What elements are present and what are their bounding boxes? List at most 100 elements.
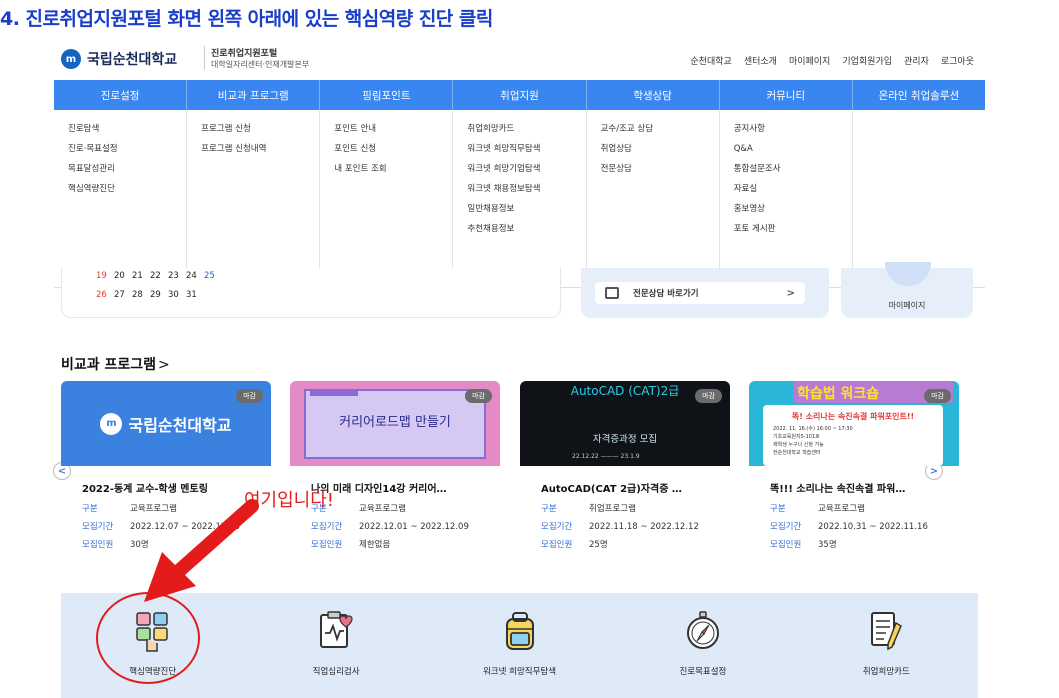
program-card[interactable]: 학습법 워크숍 똑! 소리나는 속진속결 파워포인트!! 2022. 11. 1… — [749, 381, 959, 566]
quick-link-job-card[interactable]: 취업희망카드 — [795, 593, 978, 698]
expert-counsel-label: 전문상담 바로가기 — [633, 289, 699, 299]
menu-item-expert-counsel[interactable]: 전문상담 — [601, 162, 719, 182]
thumbnail-text: 커리어로드맵 만들기 — [339, 415, 451, 430]
menu-item-worknet-recruit[interactable]: 워크넷 채용정보탐색 — [467, 182, 585, 202]
menu-item-general-recruit[interactable]: 일반채용정보 — [467, 202, 585, 222]
nav-career-setting[interactable]: 진로설정 — [54, 80, 188, 110]
row-key: 모집인원 — [541, 540, 573, 550]
calendar-day[interactable]: 28 — [132, 290, 150, 300]
quick-link-career-goal[interactable]: 진로목표설정 — [611, 593, 794, 698]
menu-item-point-apply[interactable]: 포인트 신청 — [334, 142, 452, 162]
menu-item-program-apply[interactable]: 프로그램 신청 — [201, 122, 319, 142]
thumbnail-text: 국립순천대학교 — [128, 415, 232, 435]
menu-item-program-history[interactable]: 프로그램 신청내역 — [201, 142, 319, 162]
quick-link-aptitude-test[interactable]: 직업심리검사 — [244, 593, 427, 698]
calendar-day[interactable]: 22 — [150, 271, 168, 281]
nav-counseling[interactable]: 학생상담 — [587, 80, 720, 110]
mypage-link[interactable]: 마이페이지 — [841, 300, 973, 311]
logo-icon: m — [100, 412, 123, 435]
menu-item-worknet-company[interactable]: 워크넷 희망기업탐색 — [467, 162, 585, 182]
link-mypage[interactable]: 마이페이지 — [789, 54, 830, 67]
card-row: 모집기간 2022.12.01 ~ 2022.12.09 — [311, 521, 500, 533]
menu-item-notice[interactable]: 공지사항 — [734, 122, 852, 142]
menu-item-archive[interactable]: 자료실 — [734, 182, 852, 202]
nav-job-support[interactable]: 취업지원 — [453, 80, 587, 110]
thumbnail-line: 2022. 11. 16.(수) 16:00 ~ 17:30 — [773, 426, 853, 432]
decorative-bar — [310, 391, 358, 396]
link-admin[interactable]: 관리자 — [904, 54, 929, 67]
calendar-day[interactable]: 20 — [114, 271, 132, 281]
calendar-day[interactable]: 21 — [132, 271, 150, 281]
calendar-day[interactable]: 23 — [168, 271, 186, 281]
calendar-day[interactable]: 29 — [150, 290, 168, 300]
thumbnail-frame: 커리어로드맵 만들기 — [304, 389, 486, 459]
backpack-icon — [505, 612, 534, 650]
card-thumbnail: 커리어로드맵 만들기 마감 — [290, 381, 500, 466]
portal-name: 진로취업지원포털 대학일자리센터·인재개발본부 — [204, 46, 334, 70]
calendar-widget: 19 20 21 22 23 24 25 26 27 28 29 30 31 — [61, 268, 561, 318]
menu-item-job-card[interactable]: 취업희망카드 — [467, 122, 585, 142]
menu-item-video[interactable]: 홍보영상 — [734, 202, 852, 222]
menu-col-online — [853, 110, 985, 287]
thumbnail-text: 학습법 워크숍 — [797, 386, 880, 402]
extracurricular-heading[interactable]: 비교과 프로그램 > — [61, 354, 170, 374]
card-thumbnail: AutoCAD (CAT)2급 자격증과정 모집 22.12.22 ——— 23… — [520, 381, 730, 466]
program-card[interactable]: AutoCAD (CAT)2급 자격증과정 모집 22.12.22 ——— 23… — [520, 381, 730, 566]
program-card[interactable]: 커리어로드맵 만들기 마감 나의 미래 디자인14강 커리어… 구분 교육프로그램… — [290, 381, 500, 566]
menu-item-worknet-duty[interactable]: 워크넷 희망직무탐색 — [467, 142, 585, 162]
closed-badge: 마감 — [236, 389, 263, 403]
menu-item-point-info[interactable]: 포인트 안내 — [334, 122, 452, 142]
calendar-day[interactable]: 30 — [168, 290, 186, 300]
calendar-day[interactable]: 27 — [114, 290, 132, 300]
nav-online-solution[interactable]: 온라인 취업솔루션 — [853, 80, 985, 110]
mega-menu: 진로탐색 진로·목표설정 목표달성관리 핵심역량진단 프로그램 신청 프로그램 … — [54, 110, 985, 288]
link-company-signup[interactable]: 기업회원가입 — [842, 54, 892, 67]
menu-item-point-check[interactable]: 내 포인트 조회 — [334, 162, 452, 182]
calendar-day[interactable]: 24 — [186, 271, 204, 281]
menu-col-points: 포인트 안내 포인트 신청 내 포인트 조회 — [320, 110, 454, 287]
red-arrow-icon — [144, 499, 259, 602]
menu-item-survey[interactable]: 통합설문조사 — [734, 162, 852, 182]
link-logout[interactable]: 로그아웃 — [941, 54, 974, 67]
document-pen-icon — [871, 612, 903, 651]
thumbnail-line: 재학생 누구나 신청 가능 — [773, 442, 824, 448]
calendar-day[interactable]: 25 — [204, 271, 222, 281]
calendar-day[interactable]: 31 — [186, 290, 204, 300]
row-key: 구분 — [770, 504, 786, 514]
link-center-intro[interactable]: 센터소개 — [744, 54, 777, 67]
row-value: 2022.12.01 ~ 2022.12.09 — [359, 522, 469, 532]
nav-points[interactable]: 핑림포인트 — [320, 80, 454, 110]
portal-subtitle: 대학일자리센터·인재개발본부 — [211, 60, 310, 69]
university-logo[interactable]: m 국립순천대학교 — [61, 49, 177, 69]
thumbnail-subtext: 똑! 소리나는 속진속결 파워포인트!! — [791, 412, 915, 421]
calendar-day[interactable]: 26 — [96, 290, 114, 300]
menu-item-job-counsel[interactable]: 취업상담 — [601, 142, 719, 162]
main-nav: 진로설정 비교과 프로그램 핑림포인트 취업지원 학생상담 커뮤니티 온라인 취… — [54, 80, 985, 110]
calendar-day[interactable]: 19 — [96, 271, 114, 281]
menu-item-professor-counsel[interactable]: 교수/조교 상담 — [601, 122, 719, 142]
menu-item-photo-board[interactable]: 포토 게시판 — [734, 222, 852, 242]
chevron-right-icon: > — [158, 357, 170, 373]
row-key: 모집인원 — [311, 540, 343, 550]
menu-item-career-explore[interactable]: 진로탐색 — [68, 122, 186, 142]
row-key: 구분 — [82, 504, 98, 514]
expert-counsel-button[interactable]: 전문상담 바로가기 > — [595, 282, 805, 304]
menu-item-qna[interactable]: Q&A — [734, 142, 852, 162]
menu-item-goal-setting[interactable]: 진로·목표설정 — [68, 142, 186, 162]
link-university[interactable]: 순천대학교 — [690, 54, 731, 67]
menu-item-goal-management[interactable]: 목표달성관리 — [68, 162, 186, 182]
nav-community[interactable]: 커뮤니티 — [720, 80, 853, 110]
menu-item-core-competency[interactable]: 핵심역량진단 — [68, 182, 186, 202]
thumbnail-date: 22.12.22 ——— 23.1.9 — [572, 453, 640, 460]
quick-link-worknet-duty[interactable]: 워크넷 희망직무탐색 — [428, 593, 611, 698]
thumbnail-line: 한순천대학교 학습센터 — [773, 450, 821, 456]
section-title-text: 비교과 프로그램 — [61, 357, 157, 373]
menu-item-recommended-recruit[interactable]: 추천채용정보 — [467, 222, 585, 242]
nav-extracurricular[interactable]: 비교과 프로그램 — [187, 80, 321, 110]
card-title: AutoCAD(CAT 2급)자격증 … — [541, 484, 682, 495]
row-value: 교육프로그램 — [359, 504, 406, 514]
menu-col-community: 공지사항 Q&A 통합설문조사 자료실 홍보영상 포토 게시판 — [720, 110, 853, 287]
logo-icon: m — [61, 49, 81, 69]
row-key: 모집기간 — [82, 522, 114, 532]
menu-col-jobs: 취업희망카드 워크넷 희망직무탐색 워크넷 희망기업탐색 워크넷 채용정보탐색 … — [453, 110, 587, 287]
